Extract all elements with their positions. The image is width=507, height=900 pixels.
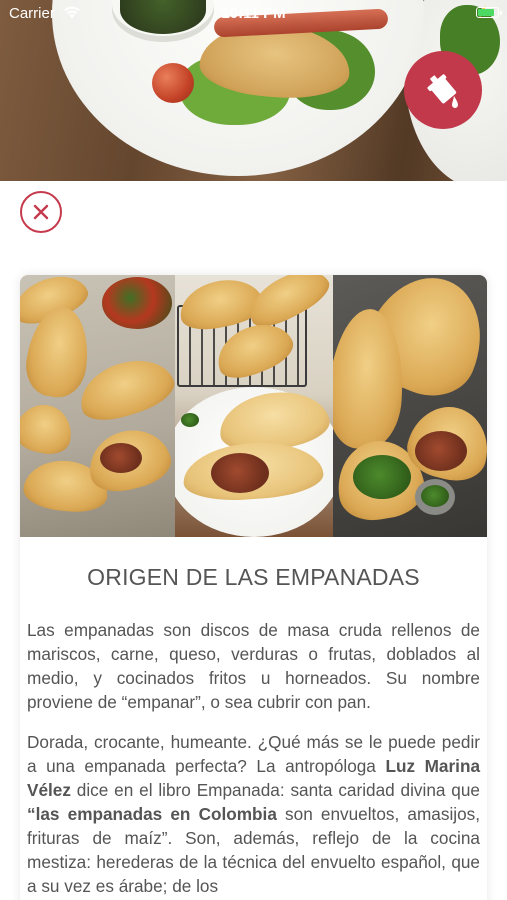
close-button[interactable] bbox=[20, 191, 62, 233]
article-body: Las empanadas son discos de masa cruda r… bbox=[20, 618, 487, 898]
book-quote: “las empanadas en Colombia bbox=[27, 804, 277, 824]
close-icon bbox=[33, 204, 49, 220]
article-paragraph: Dorada, crocante, humeante. ¿Qué más se … bbox=[27, 732, 481, 896]
battery-icon bbox=[476, 7, 502, 18]
paint-bucket-icon bbox=[427, 74, 458, 108]
status-time: 10:11 PM bbox=[221, 5, 286, 22]
article-card: ORIGEN DE LAS EMPANADAS Las empanadas so… bbox=[20, 275, 487, 900]
article-image bbox=[20, 275, 487, 537]
theme-button[interactable] bbox=[404, 51, 482, 129]
article-title: ORIGEN DE LAS EMPANADAS bbox=[87, 564, 420, 590]
article-paragraph: Las empanadas son discos de masa cruda r… bbox=[27, 620, 480, 712]
status-bar: Carrier 10:11 PM ⚡ bbox=[0, 0, 507, 26]
